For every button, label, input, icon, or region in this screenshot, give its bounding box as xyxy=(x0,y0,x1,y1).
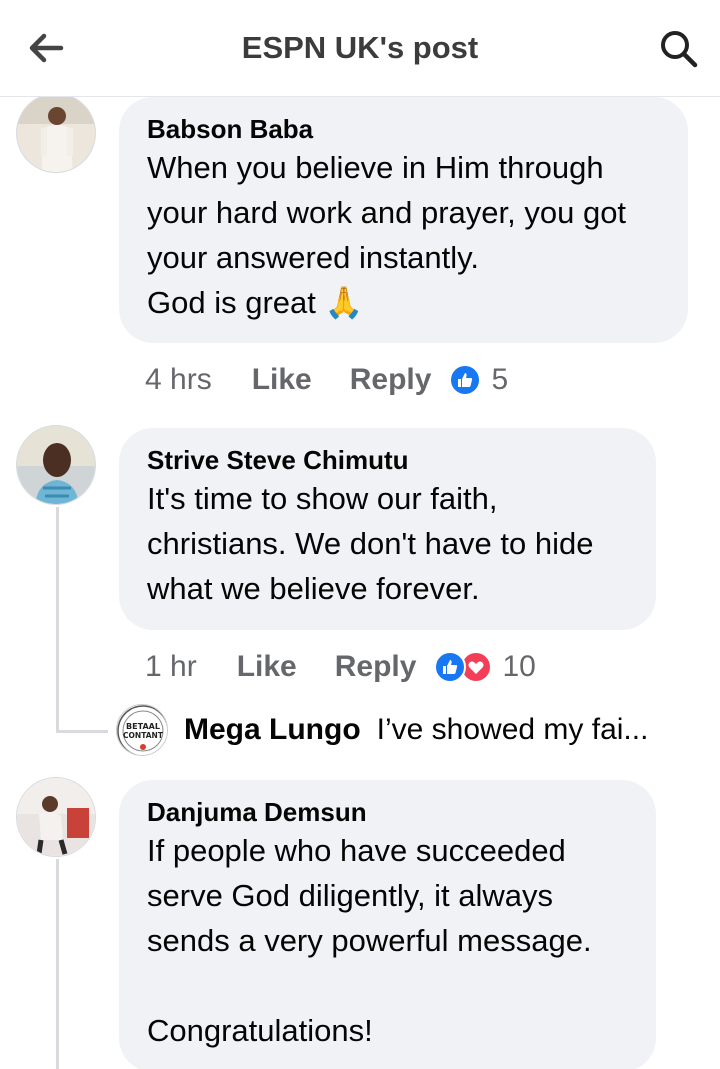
reactions-summary[interactable]: 10 xyxy=(434,650,536,684)
thread-connector xyxy=(56,730,108,733)
betaal-contant-logo-icon: BETAAL CONTANT xyxy=(117,705,167,755)
comment-bubble[interactable]: Strive Steve Chimutu It's time to show o… xyxy=(119,428,656,630)
reply-text: I’ve showed my fai... xyxy=(376,713,649,746)
svg-text:CONTANT: CONTANT xyxy=(123,731,164,740)
reply-author[interactable]: Mega Lungo xyxy=(184,713,361,747)
avatar[interactable] xyxy=(16,777,96,857)
comment-text: It's time to show our faith, christians.… xyxy=(147,481,594,606)
comment-time[interactable]: 4 hrs xyxy=(145,363,212,397)
comment-text-body: When you believe in Him through your har… xyxy=(147,150,627,320)
like-reaction-icon xyxy=(449,364,482,396)
comment-bubble[interactable]: Babson Baba When you believe in Him thro… xyxy=(119,97,688,343)
user-photo xyxy=(17,426,95,504)
comment-time[interactable]: 1 hr xyxy=(145,650,197,684)
comment-bubble[interactable]: Danjuma Demsun If people who have succee… xyxy=(119,780,656,1069)
comment-text: When you believe in Him through your har… xyxy=(147,145,660,326)
like-reaction-icon xyxy=(434,651,467,683)
thread-line xyxy=(56,859,59,1069)
svg-text:BETAAL: BETAAL xyxy=(126,722,160,731)
top-bar: ESPN UK's post xyxy=(0,0,720,97)
avatar[interactable] xyxy=(16,425,96,505)
comment-author[interactable]: Babson Baba xyxy=(147,113,660,145)
reply-button[interactable]: Reply xyxy=(350,363,432,397)
comment-actions: 1 hr Like Reply 10 xyxy=(145,647,536,687)
comment-actions: 4 hrs Like Reply 5 xyxy=(145,360,508,400)
like-button[interactable]: Like xyxy=(237,650,297,684)
comments-feed[interactable]: Babson Baba When you believe in Him thro… xyxy=(0,97,720,1069)
reaction-count: 10 xyxy=(502,650,536,683)
like-button[interactable]: Like xyxy=(252,363,312,397)
user-photo xyxy=(17,97,95,172)
user-photo xyxy=(17,778,95,856)
search-icon xyxy=(661,31,698,68)
search-button[interactable] xyxy=(656,26,702,72)
comment-author[interactable]: Strive Steve Chimutu xyxy=(147,444,628,476)
comment-text: If people who have succeeded serve God d… xyxy=(147,833,592,1048)
reply-preview[interactable]: BETAAL CONTANT Mega Lungo I’ve showed my… xyxy=(116,702,648,758)
praying-hands-emoji: 🙏 xyxy=(324,285,364,321)
comment-author[interactable]: Danjuma Demsun xyxy=(147,796,628,828)
reply-avatar[interactable]: BETAAL CONTANT xyxy=(116,704,168,756)
reply-button[interactable]: Reply xyxy=(335,650,417,684)
thread-line xyxy=(56,507,59,733)
avatar[interactable] xyxy=(16,97,96,173)
reactions-summary[interactable]: 5 xyxy=(449,363,508,397)
reaction-count: 5 xyxy=(491,363,509,396)
page-title: ESPN UK's post xyxy=(241,30,479,65)
